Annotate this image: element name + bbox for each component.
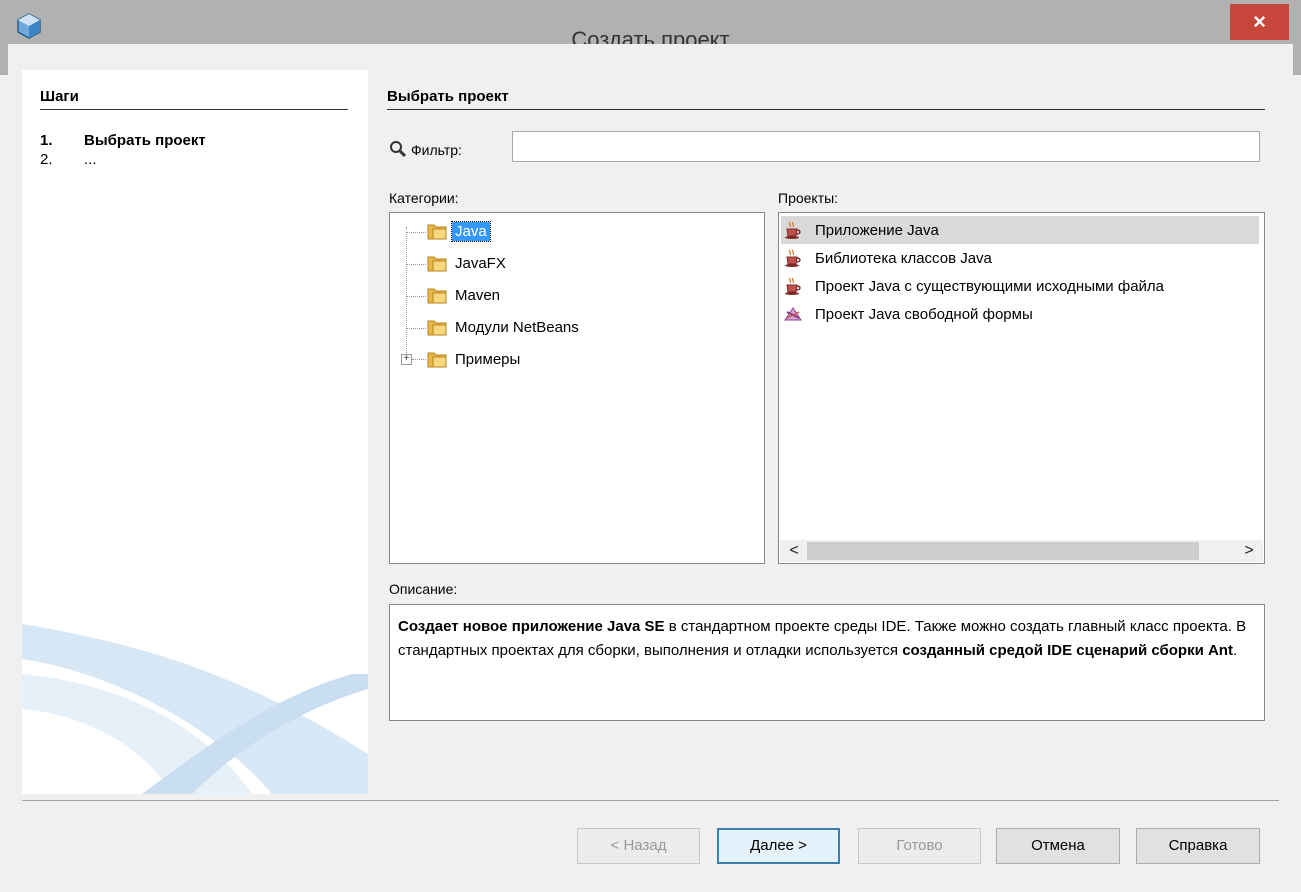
filter-input[interactable] [512,131,1260,162]
description-bold: Создает новое приложение Java SE [398,618,665,635]
back-button[interactable]: < Назад [577,828,700,864]
finish-button[interactable]: Готово [858,828,981,864]
folder-icon [427,256,447,272]
project-label: Проект Java свободной формы [815,305,1033,323]
category-netbeans-modules[interactable]: Модули NetBeans [426,313,582,341]
projects-list[interactable]: Приложение Java Библиотека классов Java … [778,212,1265,564]
project-label: Библиотека классов Java [815,249,992,267]
content-header: Выбрать проект [387,88,1265,110]
categories-label: Категории: [389,190,459,206]
expand-toggle[interactable]: + [401,354,412,365]
project-item[interactable]: Библиотека классов Java [781,244,1259,272]
freeform-project-icon [784,307,802,321]
category-label: Java [451,220,491,242]
description-bold: созданный средой IDE сценарий сборки Ant [902,642,1233,659]
java-cup-icon [785,277,801,295]
cancel-button[interactable]: Отмена [996,828,1120,864]
description-box: Создает новое приложение Java SE в станд… [389,604,1265,721]
projects-label: Проекты: [778,190,839,206]
category-label: Модули NetBeans [455,318,579,336]
category-label: Примеры [455,350,521,368]
project-item[interactable]: Приложение Java [781,216,1259,244]
filter-label: Фильтр: [411,142,462,158]
project-item[interactable]: Проект Java свободной формы [781,300,1259,328]
next-button[interactable]: Далее > [717,828,840,864]
category-javafx[interactable]: JavaFX [426,249,509,277]
close-icon: × [1253,9,1266,34]
folder-icon [427,352,447,368]
step-number: 2. [40,151,53,168]
project-label: Проект Java с существующими исходными фа… [815,277,1165,295]
category-label: Maven [455,286,501,304]
scroll-thumb[interactable] [807,542,1199,560]
category-label: JavaFX [455,254,506,272]
java-cup-icon [785,249,801,267]
project-label: Приложение Java [815,221,939,239]
horizontal-scrollbar[interactable]: < > [780,540,1263,562]
decorative-swoosh [22,624,368,794]
steps-header: Шаги [40,88,348,110]
step-1: 1. Выбрать проект [40,132,206,149]
step-label: Выбрать проект [84,132,206,149]
help-button[interactable]: Справка [1136,828,1260,864]
folder-icon [427,320,447,336]
folder-icon [427,224,447,240]
project-item[interactable]: Проект Java с существующими исходными фа… [781,272,1259,300]
scroll-left-icon[interactable]: < [782,540,806,562]
divider [22,800,1279,801]
categories-tree[interactable]: + Java JavaFX Maven Модули NetBeans Прим… [389,212,765,564]
java-cup-icon [785,221,801,239]
category-java[interactable]: Java [426,217,491,245]
description-text: . [1232,642,1238,659]
close-button[interactable]: × [1230,4,1289,40]
folder-icon [427,288,447,304]
category-maven[interactable]: Maven [426,281,503,309]
description-label: Описание: [389,581,458,597]
steps-panel: Шаги 1. Выбрать проект 2.... [22,70,368,794]
step-2: 2.... [40,151,97,168]
scroll-right-icon[interactable]: > [1237,540,1261,562]
step-label: ... [84,151,97,168]
step-number: 1. [40,132,53,149]
category-samples[interactable]: Примеры [426,345,523,373]
magnifier-icon [390,141,407,158]
